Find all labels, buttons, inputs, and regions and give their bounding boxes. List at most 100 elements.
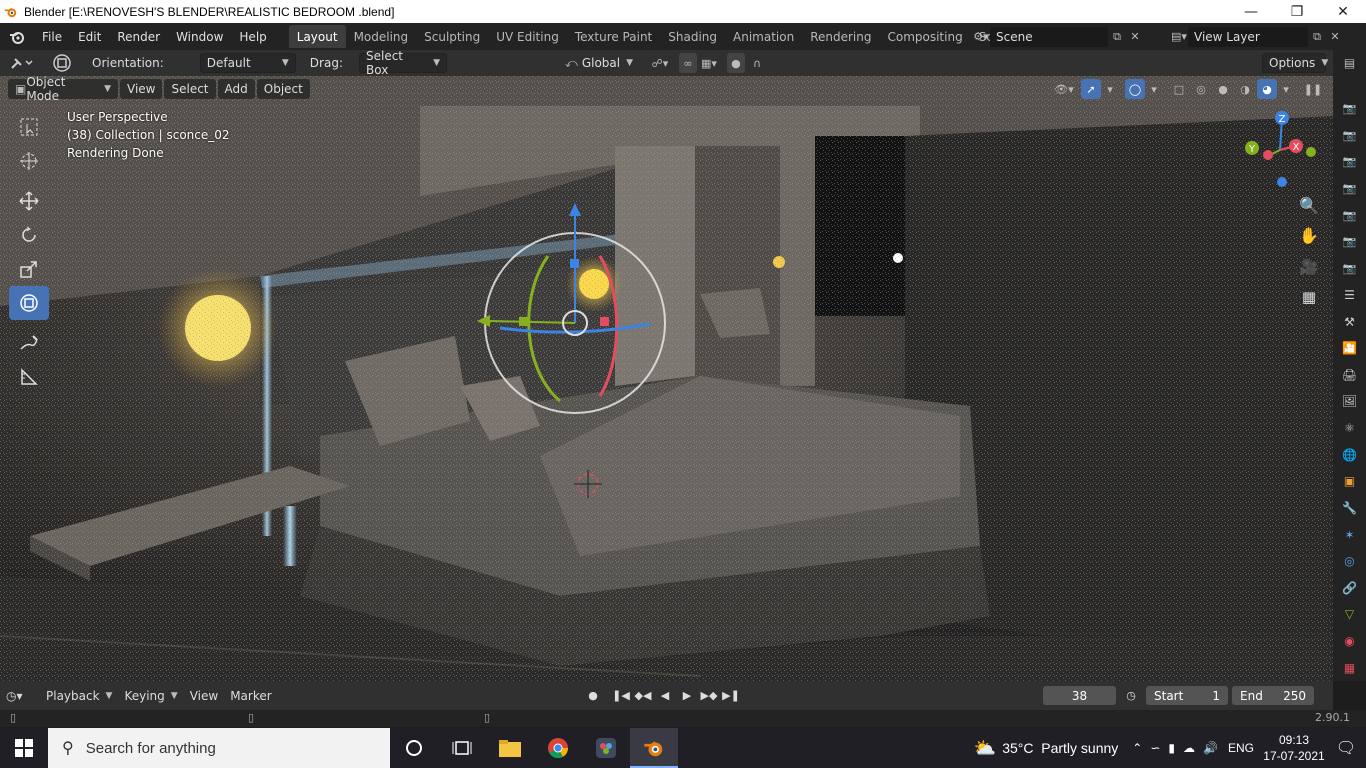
tab-shading[interactable]: Shading [660,25,725,48]
weather-icon[interactable]: ⛅ [974,738,996,759]
tool-settings-icon[interactable]: ⚒ [1339,312,1361,331]
jump-prev-keyframe-icon[interactable]: ◆◀ [634,686,652,704]
remove-scene-icon[interactable]: ✕ [1126,27,1144,47]
show-hidden-icons-icon[interactable]: ⌃ [1132,741,1142,755]
measure-tool-icon[interactable] [9,360,49,394]
camera-visibility-icon[interactable]: 📷 [1339,259,1361,278]
viewport-menu-view[interactable]: View [120,79,163,99]
transform-tool-icon[interactable] [9,286,49,320]
scene-icon[interactable]: ⚙▾ [972,27,990,47]
material-shading-icon[interactable]: ◑ [1235,79,1255,99]
blender-taskbar-icon[interactable] [630,728,678,768]
output-properties-icon[interactable]: 🖨 [1339,366,1361,385]
world-properties-icon[interactable]: 🌐 [1339,445,1361,464]
scene-properties-icon[interactable]: ⚛ [1339,419,1361,438]
task-view-icon[interactable] [438,728,486,768]
physics-properties-icon[interactable]: ◎ [1339,552,1361,571]
restore-button[interactable]: ❐ [1274,0,1320,23]
editor-type-icon[interactable] [0,55,44,71]
overlays-dropdown-icon[interactable]: ▾ [1147,79,1161,99]
xray-toggle-icon[interactable]: □ [1169,79,1189,99]
battery-icon[interactable]: ▮ [1168,741,1175,755]
chrome-icon[interactable] [534,728,582,768]
volume-icon[interactable]: 🔊 [1203,741,1218,755]
falloff-icon[interactable]: ∩ [745,53,769,73]
tab-sculpting[interactable]: Sculpting [416,25,488,48]
zoom-icon[interactable]: 🔍 [1296,192,1322,218]
tab-compositing[interactable]: Compositing [879,25,970,48]
gizmo-dropdown-icon[interactable]: ▾ [1103,79,1117,99]
menu-render[interactable]: Render [109,23,168,50]
material-properties-icon[interactable]: ◉ [1339,632,1361,651]
tool-properties-icon[interactable]: ☰ [1339,286,1361,305]
language-indicator[interactable]: ENG [1228,741,1254,755]
perspective-toggle-icon[interactable]: ▦ [1296,284,1322,310]
proportional-edit-icon[interactable]: ● [726,53,745,73]
duplicate-scene-icon[interactable]: ⧉ [1108,27,1126,47]
overlays-toggle-icon[interactable]: ◯ [1125,79,1145,99]
render-properties-icon[interactable]: 🎦 [1339,339,1361,358]
keying-dropdown[interactable]: Keying ▼ [118,689,183,703]
viewport-menu-select[interactable]: Select [164,79,216,99]
start-frame-field[interactable]: Start 1 [1146,686,1228,705]
taskbar-search-box[interactable]: ⚲ Search for anything [48,728,390,768]
play-reverse-icon[interactable]: ◀ [656,686,674,704]
clock[interactable]: 09:13 17-07-2021 [1262,732,1326,764]
gizmo-toggle-icon[interactable]: ➚ [1081,79,1101,99]
menu-window[interactable]: Window [168,23,231,50]
tab-modeling[interactable]: Modeling [346,25,417,48]
constraints-properties-icon[interactable]: 🔗 [1339,579,1361,598]
view-layer-name-field[interactable]: View Layer [1188,26,1308,47]
camera-visibility-icon[interactable]: 📷 [1339,206,1361,225]
scene-name-field[interactable]: Scene [990,26,1108,47]
shading-dropdown-icon[interactable]: ▾ [1279,79,1293,99]
timeline-view-menu[interactable]: View [184,689,224,703]
cortana-icon[interactable] [390,728,438,768]
davinci-resolve-icon[interactable] [582,728,630,768]
3d-viewport[interactable]: ▣ Object Mode ▼ View Select Add Object U… [0,76,1333,681]
orientation-dropdown[interactable]: Default ▼ [199,53,296,73]
windows-start-icon[interactable] [0,728,48,768]
snap-target-icon[interactable]: ▦▾ [697,53,721,73]
tab-texture-paint[interactable]: Texture Paint [567,25,660,48]
play-icon[interactable]: ▶ [678,686,696,704]
jump-to-end-icon[interactable]: ▶❚ [722,686,740,704]
tab-rendering[interactable]: Rendering [802,25,879,48]
menu-file[interactable]: File [34,23,70,50]
select-box-tool-icon[interactable] [9,110,49,144]
navigation-gizmo[interactable]: Z Y X [1240,110,1320,190]
drag-dropdown[interactable]: Select Box ▼ [358,49,447,77]
end-frame-field[interactable]: End 250 [1232,686,1314,705]
camera-view-icon[interactable]: 🎥 [1296,254,1322,280]
active-tool-icon[interactable] [44,53,80,73]
duplicate-view-layer-icon[interactable]: ⧉ [1308,27,1326,47]
properties-editor-icon[interactable]: ▤ [1339,54,1361,73]
onedrive-icon[interactable]: ☁ [1183,741,1195,755]
pan-hand-icon[interactable]: ✋ [1296,222,1322,248]
rendered-shading-icon[interactable]: ◕ [1257,79,1277,99]
transform-orientation-dropdown[interactable]: ⤺ Global ▼ [559,53,637,73]
pivot-point-icon[interactable]: ☍▾ [645,53,675,73]
minimize-button[interactable]: — [1228,0,1274,23]
object-properties-icon[interactable]: ▣ [1339,472,1361,491]
timeline-marker-menu[interactable]: Marker [224,689,277,703]
snap-toggle-icon[interactable]: ∞ [678,53,697,73]
solid-shading-icon[interactable]: ● [1213,79,1233,99]
view-layer-properties-icon[interactable]: 🖼 [1339,392,1361,411]
notifications-icon[interactable]: 🗨 [1326,738,1366,758]
menu-help[interactable]: Help [231,23,274,50]
modifier-properties-icon[interactable]: 🔧 [1339,499,1361,518]
annotate-tool-icon[interactable] [9,326,49,360]
current-frame-field[interactable]: 38 [1043,686,1116,705]
texture-properties-icon[interactable]: ▦ [1339,658,1361,677]
options-dropdown[interactable]: Options ▼ [1262,53,1328,73]
rotate-tool-icon[interactable] [9,218,49,252]
cursor-tool-icon[interactable] [9,144,49,178]
camera-visibility-icon[interactable]: 📷 [1339,153,1361,172]
view-layer-icon[interactable]: ▤▾ [1170,27,1188,47]
viewport-menu-object[interactable]: Object [256,79,310,99]
timeline-editor-type-icon[interactable]: ◷▾ [0,689,40,703]
particles-properties-icon[interactable]: ✶ [1339,525,1361,544]
playback-dropdown[interactable]: Playback ▼ [40,689,118,703]
close-button[interactable]: ✕ [1320,0,1366,23]
